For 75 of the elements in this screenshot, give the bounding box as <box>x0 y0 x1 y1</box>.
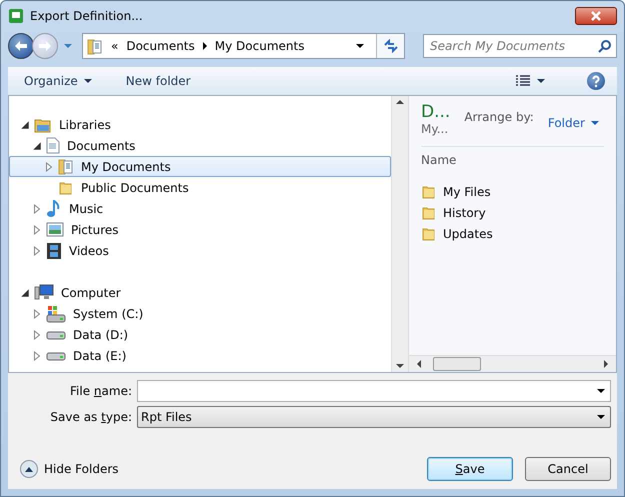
breadcrumb[interactable]: Documents <box>126 39 195 53</box>
overflow-chevron[interactable]: « <box>111 39 118 53</box>
folder-item[interactable]: My Files <box>443 184 491 198</box>
window-title: Export Definition... <box>30 9 144 23</box>
collapsed-arrow-icon[interactable] <box>32 308 42 318</box>
arrange-by-label: Arrange by: <box>464 110 534 126</box>
document-icon <box>46 137 60 154</box>
file-name-label: File name: <box>69 384 133 398</box>
collapsed-arrow-icon[interactable] <box>32 204 42 214</box>
drive-icon <box>46 330 66 340</box>
tree-item[interactable]: Data (D:) <box>9 324 391 345</box>
film-icon <box>46 242 62 260</box>
library-icon <box>34 116 52 132</box>
history-dropdown-icon[interactable] <box>64 44 72 48</box>
address-bar[interactable]: « Documents My Documents <box>82 33 405 59</box>
document-folder-icon <box>58 158 74 175</box>
separator-arrow-icon[interactable] <box>202 42 207 50</box>
tree-item[interactable]: System (C:) <box>9 303 391 324</box>
search-field[interactable]: Search My Documents <box>423 34 617 58</box>
help-icon[interactable] <box>587 72 605 90</box>
breadcrumb[interactable]: My Documents <box>214 39 304 53</box>
save-as-type-dropdown[interactable]: Rpt Files <box>137 406 611 428</box>
collapsed-arrow-icon[interactable] <box>32 246 42 256</box>
tree-item[interactable]: Music <box>9 198 391 219</box>
folder-icon <box>421 226 437 242</box>
tree-item[interactable]: Computer <box>9 282 391 303</box>
back-button[interactable] <box>8 33 34 59</box>
dropdown-arrow-icon[interactable] <box>356 44 364 48</box>
organize-button[interactable]: Organize <box>20 72 96 90</box>
library-subtitle: My... <box>421 122 450 136</box>
tree-item[interactable]: Libraries <box>9 114 391 135</box>
forward-arrow-icon <box>38 40 52 52</box>
folder-icon <box>421 184 437 200</box>
folder-item[interactable]: Updates <box>443 226 493 240</box>
horizontal-scrollbar[interactable] <box>409 355 616 372</box>
drive-icon <box>46 350 66 360</box>
tree-item[interactable]: Videos <box>9 240 391 261</box>
system-drive-icon <box>46 304 66 322</box>
library-title: D... <box>421 102 450 122</box>
tree-item[interactable]: Documents <box>9 135 391 156</box>
document-folder-icon <box>87 38 103 54</box>
file-name-field[interactable] <box>137 380 611 402</box>
folder-item[interactable]: History <box>443 206 486 220</box>
save-button[interactable]: Save <box>427 457 513 481</box>
app-icon <box>8 8 24 24</box>
picture-icon <box>46 222 64 237</box>
computer-icon <box>34 284 54 301</box>
expanded-arrow-icon[interactable] <box>20 288 30 298</box>
arrange-by-dropdown[interactable]: Folder <box>548 110 599 136</box>
new-folder-button[interactable]: New folder <box>122 72 195 90</box>
collapsed-arrow-icon[interactable] <box>32 330 42 340</box>
collapsed-arrow-icon[interactable] <box>32 350 42 360</box>
collapsed-arrow-icon[interactable] <box>44 162 54 172</box>
save-as-type-label: Save as type: <box>49 410 133 424</box>
collapsed-arrow-icon[interactable] <box>32 224 42 234</box>
search-icon <box>598 39 612 53</box>
expanded-arrow-icon[interactable] <box>20 120 30 130</box>
folder-icon <box>58 180 74 196</box>
expanded-arrow-icon[interactable] <box>32 140 42 150</box>
hide-folders-button[interactable]: Hide Folders <box>12 460 119 478</box>
cancel-button[interactable]: Cancel <box>525 457 611 481</box>
tree-item[interactable]: Data (E:) <box>9 345 391 366</box>
refresh-icon <box>382 39 398 53</box>
tree-item[interactable]: My Documents <box>9 156 391 177</box>
close-button[interactable] <box>575 7 617 25</box>
back-arrow-icon <box>14 40 28 52</box>
list-view-icon <box>515 75 531 87</box>
folder-icon <box>421 204 437 220</box>
vertical-scrollbar[interactable] <box>391 96 408 372</box>
close-icon <box>591 11 601 21</box>
tree-item[interactable]: Public Documents <box>9 177 391 198</box>
refresh-button[interactable] <box>376 34 404 58</box>
name-column-header[interactable]: Name <box>421 153 604 167</box>
tree-item[interactable]: Pictures <box>9 219 391 240</box>
music-note-icon <box>46 200 62 218</box>
